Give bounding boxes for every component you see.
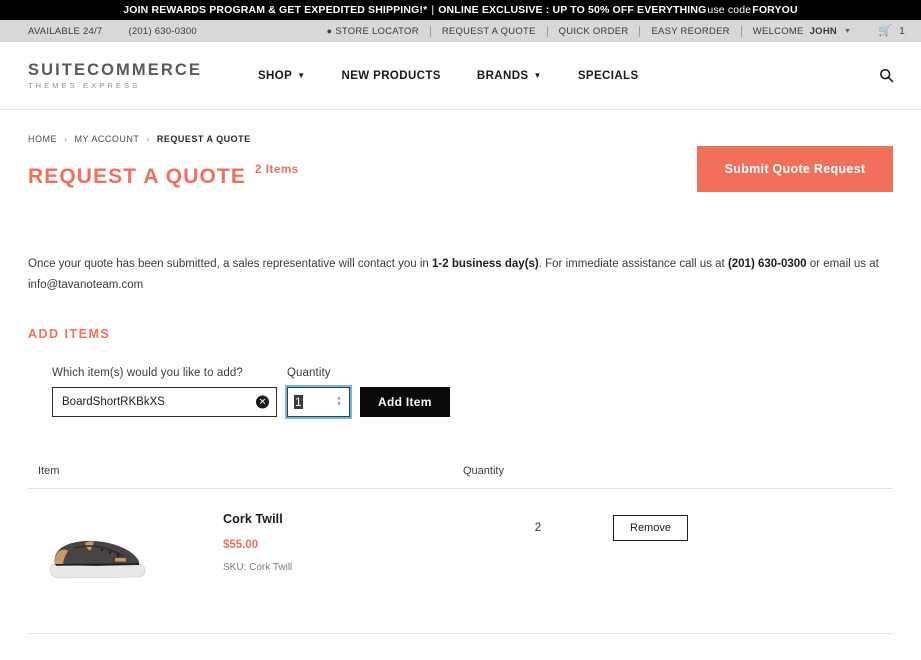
cart-button[interactable]: 🛒 1 <box>862 24 905 37</box>
product-thumbnail[interactable] <box>28 507 223 603</box>
column-header-item: Item <box>38 464 60 477</box>
nav-item-brands[interactable]: BRANDS ▼ <box>459 70 560 82</box>
nav-item-new-products[interactable]: NEW PRODUCTS <box>324 70 459 82</box>
utility-link-label: STORE LOCATOR <box>335 25 419 37</box>
breadcrumb-separator: › <box>146 134 150 144</box>
product-name[interactable]: Cork Twill <box>223 512 292 526</box>
product-price: $55.00 <box>223 538 259 551</box>
add-item-button[interactable]: Add Item <box>360 386 450 417</box>
product-sku: SKU: Cork Twill <box>223 561 293 573</box>
utility-link-request-a-quote[interactable]: REQUEST A QUOTE <box>431 26 547 37</box>
quantity-spinner-icon[interactable]: ▲ ▼ <box>336 395 342 407</box>
welcome-prefix: WELCOME <box>752 25 804 37</box>
location-pin-icon: ● <box>326 25 333 36</box>
utility-bar: AVAILABLE 24/7 (201) 630-0300 ● STORE LO… <box>0 20 921 42</box>
quote-items-table: Item Quantity Cork Twill $55.00 SKU: Cor… <box>28 465 893 634</box>
utility-bar-left: AVAILABLE 24/7 (201) 630-0300 <box>28 26 197 37</box>
shopping-cart-icon: 🛒 <box>878 24 893 37</box>
cart-item-count: 1 <box>899 25 905 37</box>
breadcrumb-item-my-account[interactable]: MY ACCOUNT <box>75 134 140 144</box>
intro-segment-1: Once your quote has been submitted, a sa… <box>28 258 433 270</box>
main-navigation: SHOP ▼ NEW PRODUCTS BRANDS ▼ SPECIALS <box>240 70 657 82</box>
row-actions-cell: Remove <box>613 507 893 541</box>
promo-text-part2: ONLINE EXCLUSIVE : UP TO 50% OFF EVERYTH… <box>438 4 707 16</box>
intro-paragraph: Once your quote has been submitted, a sa… <box>28 254 893 297</box>
item-input-label: Which item(s) would you like to add? <box>52 366 243 379</box>
breadcrumb-separator: › <box>64 134 68 144</box>
chevron-down-icon: ▼ <box>844 27 852 35</box>
breadcrumb-item-home[interactable]: HOME <box>28 134 57 144</box>
promo-separator: | <box>431 4 435 16</box>
intro-business-days: 1-2 business day(s) <box>432 258 539 270</box>
search-button[interactable] <box>871 61 901 91</box>
product-info: Cork Twill $55.00 SKU: Cork Twill <box>223 507 292 573</box>
row-quantity-value: 2 <box>534 521 542 534</box>
item-field-group: Which item(s) would you like to add? ✕ <box>52 367 277 417</box>
utility-link-easy-reorder[interactable]: EASY REORDER <box>640 26 740 37</box>
quantity-input-label: Quantity <box>287 366 331 379</box>
site-header: SUITECOMMERCE THEMES EXPRESS SHOP ▼ NEW … <box>0 42 921 110</box>
item-search-input[interactable] <box>52 386 277 417</box>
intro-phone: (201) 630-0300 <box>727 258 807 270</box>
quantity-field-group: Quantity 1 ▲ ▼ <box>285 366 352 419</box>
availability-text: AVAILABLE 24/7 <box>28 25 103 37</box>
support-phone[interactable]: (201) 630-0300 <box>128 26 196 37</box>
nav-item-label: BRANDS <box>476 69 529 82</box>
utility-bar-right: ● STORE LOCATOR REQUEST A QUOTE QUICK OR… <box>316 24 905 37</box>
site-logo[interactable]: SUITECOMMERCE THEMES EXPRESS <box>28 60 202 90</box>
promo-text-part1: JOIN REWARDS PROGRAM & GET EXPEDITED SHI… <box>123 4 428 16</box>
table-header-row: Item Quantity <box>28 465 893 489</box>
chevron-down-icon: ▼ <box>533 71 542 80</box>
page-content: HOME › MY ACCOUNT › REQUEST A QUOTE REQU… <box>0 134 921 660</box>
breadcrumb: HOME › MY ACCOUNT › REQUEST A QUOTE <box>28 134 893 144</box>
page-item-count: 2 Items <box>254 164 299 176</box>
clear-circle-icon[interactable]: ✕ <box>256 395 269 409</box>
utility-link-quick-order[interactable]: QUICK ORDER <box>548 26 640 37</box>
table-row: Cork Twill $55.00 SKU: Cork Twill 2 Remo… <box>28 489 893 634</box>
row-item-cell: Cork Twill $55.00 SKU: Cork Twill <box>28 507 463 603</box>
search-icon <box>879 69 893 83</box>
utility-link-label: REQUEST A QUOTE <box>441 25 536 37</box>
breadcrumb-item-current: REQUEST A QUOTE <box>156 134 251 144</box>
logo-primary-text: SUITECOMMERCE <box>28 60 202 79</box>
intro-segment-2: . For immediate assistance call us at <box>538 258 728 270</box>
spinner-down-arrow[interactable]: ▼ <box>336 401 342 407</box>
utility-link-label: EASY REORDER <box>651 25 730 37</box>
remove-item-button[interactable]: Remove <box>613 514 688 541</box>
logo-secondary-text: THEMES EXPRESS <box>28 81 141 90</box>
chevron-down-icon: ▼ <box>297 71 306 80</box>
utility-link-store-locator[interactable]: ● STORE LOCATOR <box>316 26 430 37</box>
nav-item-label: SHOP <box>257 69 293 82</box>
nav-item-label: SPECIALS <box>577 69 639 82</box>
quantity-stepper[interactable]: 1 ▲ ▼ <box>285 384 352 419</box>
welcome-user-menu[interactable]: WELCOME JOHN ▼ <box>742 26 862 37</box>
cork-twill-sneaker-image <box>50 540 146 578</box>
item-input-wrapper: ✕ <box>52 386 277 417</box>
nav-item-specials[interactable]: SPECIALS <box>560 70 657 82</box>
promo-use-code-label: use code <box>707 4 752 16</box>
page-title-row: REQUEST A QUOTE 2 Items Submit Quote Req… <box>28 146 893 212</box>
page-title: REQUEST A QUOTE <box>28 165 246 188</box>
add-item-form: Which item(s) would you like to add? ✕ Q… <box>28 366 893 419</box>
nav-item-label: NEW PRODUCTS <box>341 69 441 82</box>
nav-item-shop[interactable]: SHOP ▼ <box>240 70 324 82</box>
column-header-quantity: Quantity <box>463 464 504 477</box>
submit-quote-request-button[interactable]: Submit Quote Request <box>697 146 893 192</box>
quantity-value: 1 <box>294 394 303 409</box>
utility-link-label: QUICK ORDER <box>558 25 629 37</box>
promo-code: FORYOU <box>752 4 798 16</box>
welcome-user-name: JOHN <box>809 25 838 37</box>
promo-banner: JOIN REWARDS PROGRAM & GET EXPEDITED SHI… <box>0 0 921 20</box>
add-items-heading: ADD ITEMS <box>28 326 111 341</box>
